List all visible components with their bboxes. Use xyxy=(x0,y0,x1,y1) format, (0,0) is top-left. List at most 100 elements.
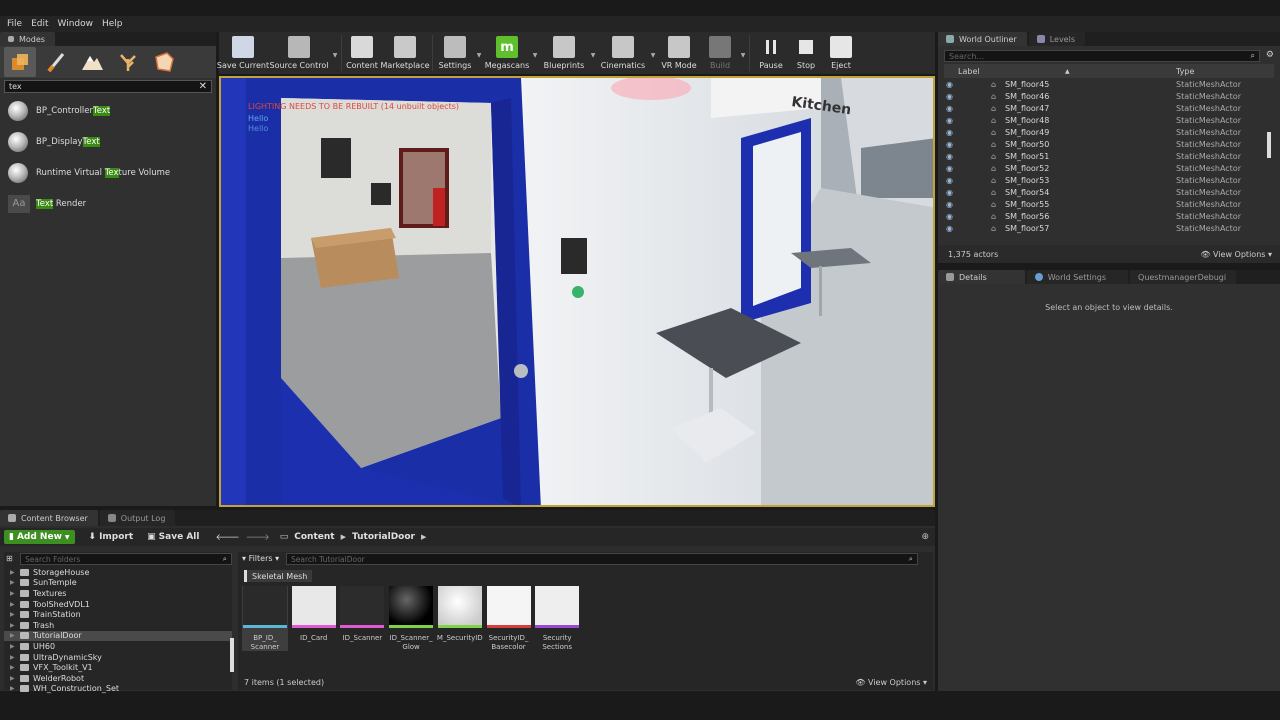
expand-arrow-icon[interactable]: ▶ xyxy=(10,611,18,618)
blueprints-button[interactable]: Blueprints xyxy=(539,32,589,74)
folder-item[interactable]: ▶ WelderRobot xyxy=(4,673,232,684)
asset-tile[interactable]: SecurityID_ Basecolor xyxy=(486,586,532,651)
expand-arrow-icon[interactable]: ▶ xyxy=(10,622,18,629)
folder-scrollbar[interactable] xyxy=(230,638,234,672)
stop-button[interactable]: Stop xyxy=(790,32,822,74)
megascans-button[interactable]: m Megascans xyxy=(483,32,531,74)
visibility-eye-icon[interactable]: ◉ xyxy=(946,164,953,173)
visibility-eye-icon[interactable]: ◉ xyxy=(946,116,953,125)
expand-arrow-icon[interactable]: ▶ xyxy=(10,632,18,639)
folder-item[interactable]: ▶ StorageHouse xyxy=(4,567,232,578)
outliner-search-input[interactable]: Search... ⌕ xyxy=(944,50,1260,62)
menu-edit[interactable]: Edit xyxy=(31,19,48,29)
foliage-mode-button[interactable] xyxy=(112,47,144,77)
breadcrumb-content[interactable]: Content xyxy=(294,532,334,542)
cinematics-button[interactable]: Cinematics xyxy=(597,32,649,74)
outliner-view-options[interactable]: 👁 View Options ▾ xyxy=(1200,250,1272,259)
asset-tile[interactable]: ID_Scanner xyxy=(339,586,385,643)
forward-arrow-icon[interactable]: 🡒 xyxy=(246,532,270,543)
outliner-row[interactable]: ◉ ⌂ SM_floor51 StaticMeshActor xyxy=(944,150,1274,162)
modes-search-input[interactable]: tex ✕ xyxy=(4,80,212,93)
source-control-button[interactable]: Source Control xyxy=(267,32,331,74)
visibility-eye-icon[interactable]: ◉ xyxy=(946,224,953,233)
outliner-row[interactable]: ◉ ⌂ SM_floor47 StaticMeshActor xyxy=(944,102,1274,114)
asset-tile[interactable]: ID_Scanner_ Glow xyxy=(388,586,434,651)
outliner-row[interactable]: ◉ ⌂ SM_floor46 StaticMeshActor xyxy=(944,90,1274,102)
expand-arrow-icon[interactable]: ▶ xyxy=(10,643,18,650)
level-viewport[interactable]: Kitchen LIGHTING NEEDS TO BE REBUILT (14… xyxy=(219,76,935,507)
folder-item[interactable]: ▶ Trash xyxy=(4,620,232,631)
expand-arrow-icon[interactable]: ▶ xyxy=(10,675,18,682)
outliner-row[interactable]: ◉ ⌂ SM_floor53 StaticMeshActor xyxy=(944,174,1274,186)
landscape-mode-button[interactable] xyxy=(76,47,108,77)
asset-tile[interactable]: BP_ID_ Scanner xyxy=(242,586,288,651)
tab-levels[interactable]: Levels xyxy=(1028,32,1085,46)
build-button[interactable]: Build xyxy=(701,32,739,74)
outliner-row[interactable]: ◉ ⌂ SM_floor49 StaticMeshActor xyxy=(944,126,1274,138)
folder-item[interactable]: ▶ Textures xyxy=(4,588,232,599)
asset-search-input[interactable]: Search TutorialDoor ⌕ xyxy=(286,553,918,565)
outliner-settings-icon[interactable]: ⚙ xyxy=(1266,50,1274,60)
asset-tile[interactable]: M_SecurityID xyxy=(437,586,483,643)
expand-arrow-icon[interactable]: ▶ xyxy=(10,569,18,576)
add-new-button[interactable]: ▮ Add New ▼ xyxy=(4,530,75,544)
folder-item[interactable]: ▶ UH60 xyxy=(4,641,232,652)
clear-icon[interactable]: ✕ xyxy=(199,81,207,92)
visibility-eye-icon[interactable]: ◉ xyxy=(946,176,953,185)
tab-modes[interactable]: Modes xyxy=(0,32,55,46)
asset-tile[interactable]: Security Sections xyxy=(534,586,580,651)
save-all-button[interactable]: ▣ Save All xyxy=(147,532,199,542)
settings-button[interactable]: Settings xyxy=(435,32,475,74)
chevron-down-icon[interactable]: ▼ xyxy=(739,32,747,59)
folder-search-input[interactable]: Search Folders ⌕ xyxy=(20,553,232,565)
visibility-eye-icon[interactable]: ◉ xyxy=(946,212,953,221)
modes-result-item[interactable]: BP_DisplayText xyxy=(0,126,216,157)
tab-world-settings[interactable]: World Settings xyxy=(1026,270,1129,284)
visibility-eye-icon[interactable]: ◉ xyxy=(946,152,953,161)
outliner-scrollbar[interactable] xyxy=(1267,132,1271,158)
paint-mode-button[interactable] xyxy=(40,47,72,77)
breadcrumb-tutorialdoor[interactable]: TutorialDoor xyxy=(352,532,415,542)
folder-item[interactable]: ▶ TrainStation xyxy=(4,609,232,620)
outliner-row[interactable]: ◉ ⌂ SM_floor45 StaticMeshActor xyxy=(944,78,1274,90)
folder-item[interactable]: ▶ ToolShedVDL1 xyxy=(4,599,232,610)
chevron-down-icon[interactable]: ▼ xyxy=(531,32,539,59)
folder-item[interactable]: ▶ VFX_Toolkit_V1 xyxy=(4,662,232,673)
visibility-eye-icon[interactable]: ◉ xyxy=(946,128,953,137)
toggle-sources-icon[interactable]: ⊞ xyxy=(6,554,13,563)
folder-item[interactable]: ▶ WH_Construction_Set xyxy=(4,684,232,695)
outliner-row[interactable]: ◉ ⌂ SM_floor52 StaticMeshActor xyxy=(944,162,1274,174)
expand-arrow-icon[interactable]: ▶ xyxy=(10,654,18,661)
chevron-down-icon[interactable]: ▼ xyxy=(331,32,339,59)
vr-mode-button[interactable]: VR Mode xyxy=(657,32,701,74)
save-button[interactable]: Save Current xyxy=(217,32,269,74)
expand-arrow-icon[interactable]: ▶ xyxy=(10,664,18,671)
menu-window[interactable]: Window xyxy=(58,19,94,29)
modes-result-item[interactable]: Runtime Virtual Texture Volume xyxy=(0,157,216,188)
modes-result-item[interactable]: BP_ControllerText xyxy=(0,95,216,126)
expand-arrow-icon[interactable]: ▶ xyxy=(10,601,18,608)
filter-chip-skeletal-mesh[interactable]: Skeletal Mesh xyxy=(244,570,313,582)
visibility-eye-icon[interactable]: ◉ xyxy=(946,200,953,209)
folder-item[interactable]: ▶ UltraDynamicSky xyxy=(4,652,232,663)
outliner-row[interactable]: ◉ ⌂ SM_floor55 StaticMeshActor xyxy=(944,198,1274,210)
expand-arrow-icon[interactable]: ▶ xyxy=(10,590,18,597)
modes-result-item[interactable]: Aa Text Render xyxy=(0,188,216,219)
asset-view-options[interactable]: 👁 View Options ▾ xyxy=(855,678,927,687)
asset-tile[interactable]: ID_Card xyxy=(291,586,337,643)
visibility-eye-icon[interactable]: ◉ xyxy=(946,80,953,89)
visibility-eye-icon[interactable]: ◉ xyxy=(946,104,953,113)
chevron-down-icon[interactable]: ▼ xyxy=(475,32,483,59)
menu-help[interactable]: Help xyxy=(102,19,123,29)
lock-icon[interactable]: ⊕ xyxy=(921,532,929,542)
filters-button[interactable]: ▾ Filters ▾ xyxy=(242,554,279,563)
outliner-row[interactable]: ◉ ⌂ SM_floor57 StaticMeshActor xyxy=(944,222,1274,234)
pause-button[interactable]: Pause xyxy=(752,32,790,74)
marketplace-button[interactable]: Marketplace xyxy=(380,32,430,74)
import-button[interactable]: ⬇ Import xyxy=(89,532,134,542)
visibility-eye-icon[interactable]: ◉ xyxy=(946,188,953,197)
chevron-down-icon[interactable]: ▼ xyxy=(649,32,657,59)
outliner-row[interactable]: ◉ ⌂ SM_floor50 StaticMeshActor xyxy=(944,138,1274,150)
menu-file[interactable]: File xyxy=(7,19,22,29)
tab-content-browser[interactable]: Content Browser xyxy=(0,510,98,526)
